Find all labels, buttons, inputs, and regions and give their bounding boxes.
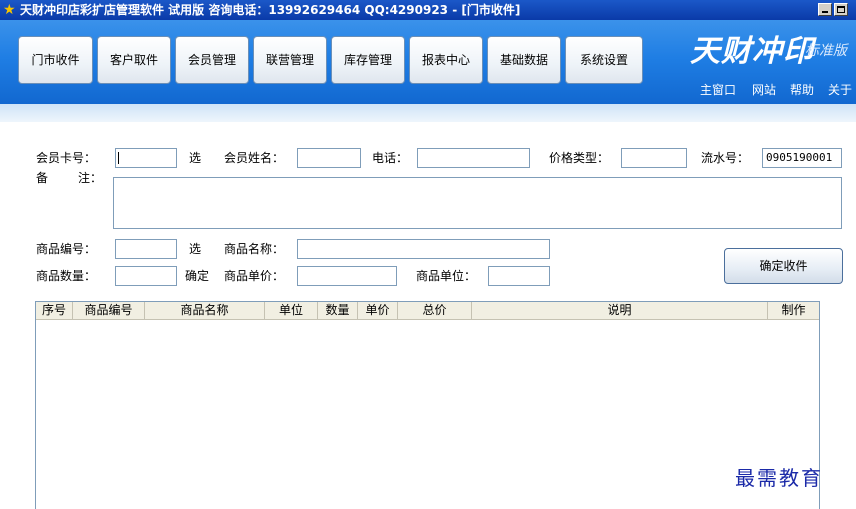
phone-input[interactable] bbox=[417, 148, 530, 168]
watermark-text: 最需教育 bbox=[735, 466, 823, 490]
banner-bottom-strip bbox=[0, 104, 856, 122]
nav-reports-button[interactable]: 报表中心 bbox=[409, 36, 483, 84]
nav-inventory-button[interactable]: 库存管理 bbox=[331, 36, 405, 84]
serial-number-input[interactable]: 0905190001 bbox=[762, 148, 842, 168]
nav-store-receive-button[interactable]: 门市收件 bbox=[18, 36, 93, 84]
minimize-button[interactable] bbox=[818, 3, 832, 16]
remark-label-second-char: 注： bbox=[78, 171, 103, 185]
select-product-link[interactable]: 选 bbox=[189, 239, 201, 259]
product-code-input[interactable] bbox=[115, 239, 177, 259]
nav-customer-pickup-button[interactable]: 客户取件 bbox=[97, 36, 171, 84]
brand-logo: 天财冲印 bbox=[690, 34, 814, 69]
card-number-input[interactable] bbox=[115, 148, 177, 168]
column-header-total-price[interactable]: 总价 bbox=[398, 302, 472, 319]
unit-price-input[interactable] bbox=[297, 266, 397, 286]
title-bar: ★ 天财冲印店彩扩店管理软件 试用版 咨询电话：13992629464 QQ:4… bbox=[0, 0, 856, 20]
column-header-index[interactable]: 序号 bbox=[36, 302, 73, 319]
product-unit-input[interactable] bbox=[488, 266, 550, 286]
table-header: 序号 商品编号 商品名称 单位 数量 单价 总价 说明 制作 bbox=[36, 302, 819, 320]
nav-system-settings-button[interactable]: 系统设置 bbox=[565, 36, 643, 84]
select-member-link[interactable]: 选 bbox=[189, 148, 201, 168]
product-quantity-label: 商品数量： bbox=[36, 269, 97, 283]
product-unit-label: 商品单位： bbox=[416, 269, 477, 283]
confirm-quantity-link[interactable]: 确定 bbox=[185, 266, 209, 286]
price-type-label: 价格类型： bbox=[549, 151, 610, 165]
remark-textarea[interactable] bbox=[113, 177, 842, 229]
column-header-unit-price[interactable]: 单价 bbox=[358, 302, 398, 319]
app-star-icon: ★ bbox=[3, 2, 16, 18]
maximize-button[interactable] bbox=[834, 3, 848, 16]
member-name-input[interactable] bbox=[297, 148, 361, 168]
confirm-receive-button[interactable]: 确定收件 bbox=[724, 248, 843, 284]
column-header-description[interactable]: 说明 bbox=[472, 302, 768, 319]
member-name-label: 会员姓名： bbox=[224, 151, 285, 165]
price-type-select[interactable] bbox=[621, 148, 687, 168]
help-link[interactable]: 帮助 bbox=[790, 81, 814, 98]
about-link[interactable]: 关于 bbox=[828, 81, 852, 98]
serial-number-label: 流水号： bbox=[701, 151, 750, 165]
column-header-quantity[interactable]: 数量 bbox=[318, 302, 358, 319]
product-quantity-input[interactable] bbox=[115, 266, 177, 286]
product-code-label: 商品编号： bbox=[36, 242, 97, 256]
phone-label: 电话： bbox=[372, 151, 409, 165]
column-header-production[interactable]: 制作 bbox=[768, 302, 819, 319]
product-name-label: 商品名称： bbox=[224, 242, 285, 256]
remark-label-first-char: 备 bbox=[36, 171, 49, 185]
toolbar-banner: 门市收件 客户取件 会员管理 联营管理 库存管理 报表中心 基础数据 系统设置 … bbox=[0, 20, 856, 104]
website-link[interactable]: 网站 bbox=[752, 81, 776, 98]
column-header-unit[interactable]: 单位 bbox=[265, 302, 318, 319]
nav-joint-operation-button[interactable]: 联营管理 bbox=[253, 36, 327, 84]
column-header-product-code[interactable]: 商品编号 bbox=[73, 302, 145, 319]
nav-basic-data-button[interactable]: 基础数据 bbox=[487, 36, 561, 84]
product-name-input[interactable] bbox=[297, 239, 550, 259]
card-number-label: 会员卡号： bbox=[36, 151, 97, 165]
unit-price-label: 商品单价： bbox=[224, 269, 285, 283]
column-header-product-name[interactable]: 商品名称 bbox=[145, 302, 265, 319]
edition-label: 标准版 bbox=[805, 43, 847, 59]
window-title: 天财冲印店彩扩店管理软件 试用版 咨询电话：13992629464 QQ:429… bbox=[20, 3, 521, 17]
nav-member-management-button[interactable]: 会员管理 bbox=[175, 36, 249, 84]
items-table[interactable]: 序号 商品编号 商品名称 单位 数量 单价 总价 说明 制作 bbox=[35, 301, 820, 509]
main-window-link[interactable]: 主窗口 bbox=[700, 81, 736, 98]
